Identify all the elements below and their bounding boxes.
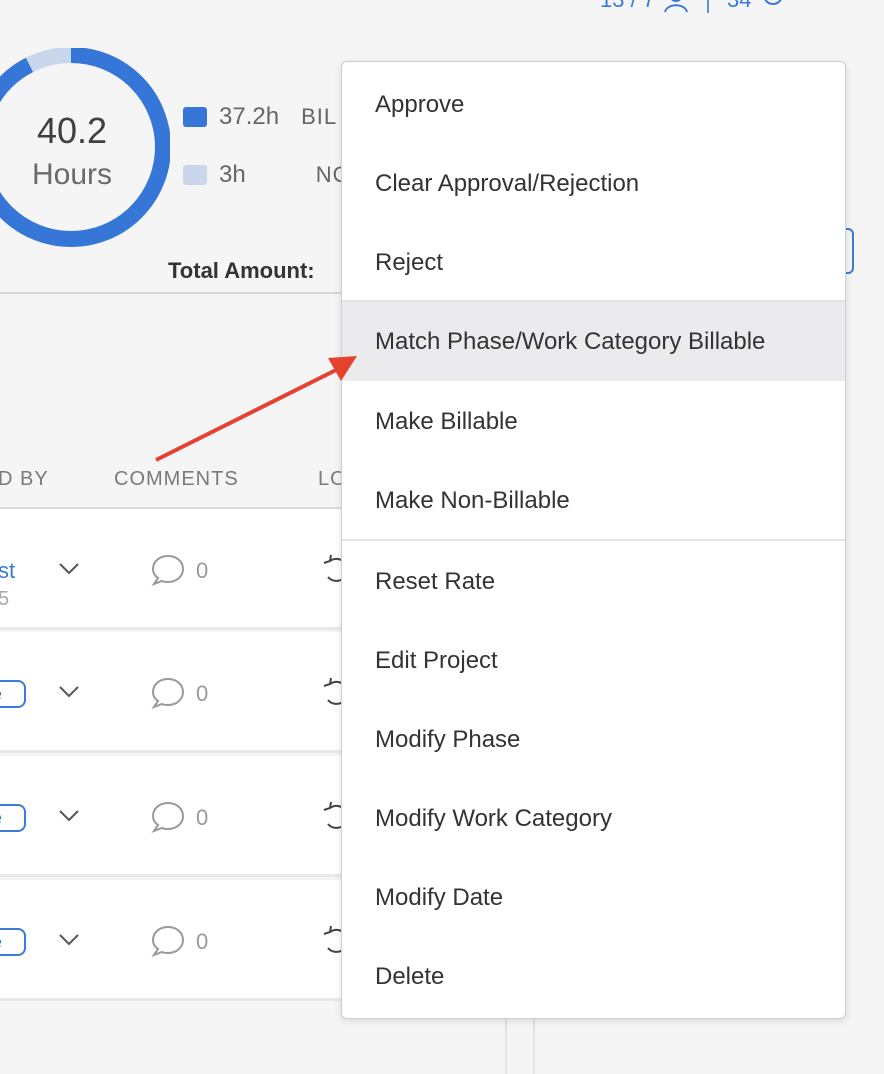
menu-item-match-phase-work-category-billable[interactable]: Match Phase/Work Category Billable	[342, 302, 845, 381]
menu-item-modify-work-category[interactable]: Modify Work Category	[342, 779, 845, 858]
chevron-down-icon[interactable]	[56, 679, 82, 705]
menu-item-clear-approval-rejection[interactable]: Clear Approval/Rejection	[342, 144, 845, 223]
column-header-comments[interactable]: COMMENTS	[114, 468, 239, 491]
row-tag-pill[interactable]: e	[0, 804, 26, 832]
menu-divider	[342, 539, 845, 541]
comment-icon[interactable]	[150, 676, 186, 710]
menu-item-make-non-billable[interactable]: Make Non-Billable	[342, 461, 845, 540]
legend-swatch-nonbillable	[183, 165, 207, 185]
column-header-by[interactable]: D BY	[0, 468, 49, 491]
menu-item-make-billable[interactable]: Make Billable	[342, 382, 845, 461]
comment-icon[interactable]	[150, 924, 186, 958]
legend-nonbillable: 3h NO	[183, 161, 351, 189]
chevron-down-icon[interactable]	[56, 927, 82, 953]
comment-icon[interactable]	[150, 800, 186, 834]
row-tag-pill[interactable]: e	[0, 928, 26, 956]
person-icon	[664, 0, 689, 13]
legend-billable: 37.2h BIL	[183, 103, 337, 131]
menu-item-reset-rate[interactable]: Reset Rate	[342, 542, 845, 621]
legend-swatch-billable	[183, 107, 207, 127]
menu-item-modify-phase[interactable]: Modify Phase	[342, 700, 845, 779]
menu-item-reject[interactable]: Reject	[342, 223, 845, 302]
comment-count: 0	[196, 558, 209, 583]
legend-nonbillable-value: 3h	[219, 161, 246, 188]
menu-item-approve[interactable]: Approve	[342, 65, 845, 144]
eye-icon	[763, 0, 782, 5]
menu-item-edit-project[interactable]: Edit Project	[342, 621, 845, 700]
row-tag-pill[interactable]: e	[0, 680, 26, 708]
comment-count: 0	[196, 805, 209, 830]
top-stats: 13 / 7 34	[600, 0, 786, 14]
row-link[interactable]: st	[0, 558, 15, 584]
stats-separator	[707, 0, 710, 13]
comment-count: 0	[196, 929, 209, 954]
menu-item-modify-date[interactable]: Modify Date	[342, 858, 845, 937]
comment-count: 0	[196, 681, 209, 706]
donut-hours-unit: Hours	[31, 158, 113, 191]
chevron-down-icon[interactable]	[56, 803, 82, 829]
donut-hours-value: 40.2	[36, 110, 108, 151]
views-count: 34	[727, 0, 751, 13]
comment-icon[interactable]	[150, 553, 186, 587]
row-subtext: 5	[0, 588, 10, 610]
menu-item-delete[interactable]: Delete	[342, 937, 845, 1016]
legend-billable-label: BIL	[301, 104, 338, 129]
total-amount-label: Total Amount:	[168, 258, 315, 283]
actions-dropdown-menu: Approve Clear Approval/Rejection Reject …	[341, 61, 846, 1019]
chevron-down-icon[interactable]	[56, 556, 82, 582]
people-count: 13 / 7	[600, 0, 655, 13]
legend-billable-value: 37.2h	[219, 103, 280, 130]
